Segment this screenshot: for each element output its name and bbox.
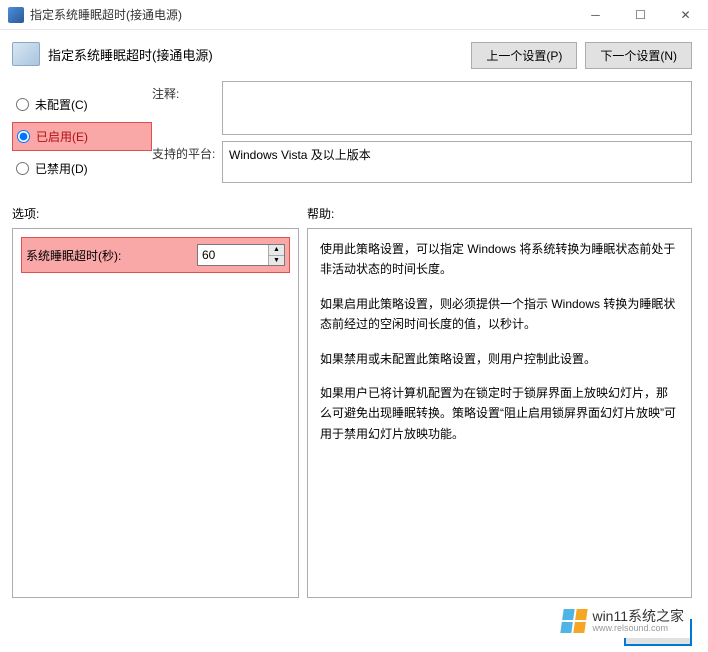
section-labels: 选项: 帮助:	[0, 199, 708, 228]
watermark-sub: www.relsound.com	[592, 624, 684, 634]
radio-not-configured-input[interactable]	[16, 98, 29, 111]
spin-down-button[interactable]: ▼	[269, 256, 284, 266]
header-row: 指定系统睡眠超时(接通电源) 上一个设置(P) 下一个设置(N)	[0, 30, 708, 77]
watermark: win11系统之家 www.relsound.com	[556, 605, 690, 638]
policy-icon	[12, 42, 40, 66]
window-title: 指定系统睡眠超时(接通电源)	[30, 6, 573, 23]
supported-row: 支持的平台: Windows Vista 及以上版本	[152, 141, 692, 183]
options-section-label: 选项:	[12, 205, 307, 222]
supported-value: Windows Vista 及以上版本	[222, 141, 692, 183]
supported-label: 支持的平台:	[152, 141, 222, 183]
titlebar: 指定系统睡眠超时(接通电源) ─ ☐ ✕	[0, 0, 708, 30]
watermark-main: win11系统之家	[592, 609, 684, 624]
help-paragraph: 如果用户已将计算机配置为在锁定时于锁屏界面上放映幻灯片，那么可避免出现睡眠转换。…	[320, 383, 679, 444]
spin-buttons: ▲ ▼	[268, 245, 284, 265]
sleep-timeout-input[interactable]	[198, 245, 268, 265]
sleep-timeout-spinner: ▲ ▼	[197, 244, 285, 266]
radio-not-configured[interactable]: 未配置(C)	[12, 91, 152, 118]
policy-title: 指定系统睡眠超时(接通电源)	[48, 42, 471, 64]
prev-setting-button[interactable]: 上一个设置(P)	[471, 42, 577, 69]
nav-buttons: 上一个设置(P) 下一个设置(N)	[471, 42, 692, 69]
close-button[interactable]: ✕	[663, 0, 708, 30]
sleep-timeout-label: 系统睡眠超时(秒):	[26, 247, 197, 264]
window-controls: ─ ☐ ✕	[573, 0, 708, 30]
spin-up-button[interactable]: ▲	[269, 245, 284, 256]
minimize-button[interactable]: ─	[573, 0, 618, 30]
help-paragraph: 使用此策略设置，可以指定 Windows 将系统转换为睡眠状态前处于非活动状态的…	[320, 239, 679, 280]
radio-enabled[interactable]: 已启用(E)	[12, 122, 152, 151]
state-radio-group: 未配置(C) 已启用(E) 已禁用(D)	[12, 81, 152, 189]
main-area: 系统睡眠超时(秒): ▲ ▼ 使用此策略设置，可以指定 Windows 将系统转…	[0, 228, 708, 598]
radio-enabled-label: 已启用(E)	[36, 128, 88, 145]
watermark-logo-icon	[561, 609, 588, 633]
radio-disabled[interactable]: 已禁用(D)	[12, 155, 152, 182]
comment-row: 注释:	[152, 81, 692, 135]
radio-disabled-label: 已禁用(D)	[35, 160, 88, 177]
comment-label: 注释:	[152, 81, 222, 135]
options-panel: 系统睡眠超时(秒): ▲ ▼	[12, 228, 299, 598]
right-fields: 注释: 支持的平台: Windows Vista 及以上版本	[152, 81, 692, 189]
app-icon	[8, 7, 24, 23]
radio-enabled-input[interactable]	[17, 130, 30, 143]
help-section-label: 帮助:	[307, 205, 334, 222]
sleep-timeout-row: 系统睡眠超时(秒): ▲ ▼	[21, 237, 290, 273]
help-paragraph: 如果启用此策略设置，则必须提供一个指示 Windows 转换为睡眠状态前经过的空…	[320, 294, 679, 335]
maximize-button[interactable]: ☐	[618, 0, 663, 30]
radio-disabled-input[interactable]	[16, 162, 29, 175]
help-paragraph: 如果禁用或未配置此策略设置，则用户控制此设置。	[320, 349, 679, 369]
help-panel: 使用此策略设置，可以指定 Windows 将系统转换为睡眠状态前处于非活动状态的…	[307, 228, 692, 598]
comment-input[interactable]	[222, 81, 692, 135]
watermark-text: win11系统之家 www.relsound.com	[592, 609, 684, 634]
config-row: 未配置(C) 已启用(E) 已禁用(D) 注释: 支持的平台: Windows …	[0, 81, 708, 189]
radio-not-configured-label: 未配置(C)	[35, 96, 88, 113]
next-setting-button[interactable]: 下一个设置(N)	[585, 42, 692, 69]
